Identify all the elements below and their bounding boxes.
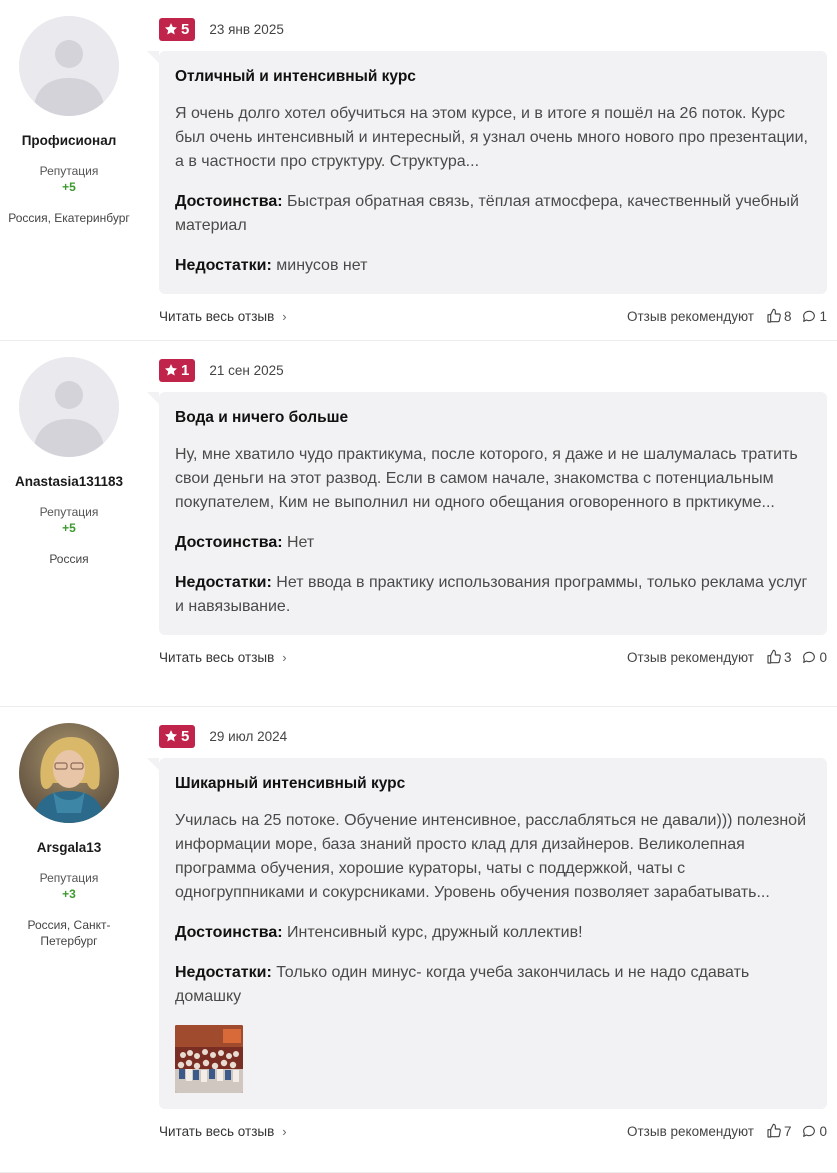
- review-date: 29 июл 2024: [209, 728, 288, 744]
- review-date: 21 сен 2025: [209, 362, 284, 378]
- review-body: 5 23 янв 2025 Отличный и интенсивный кур…: [138, 0, 837, 340]
- review-title[interactable]: Отличный и интенсивный курс: [175, 68, 811, 86]
- reputation-value: +3: [62, 887, 76, 901]
- reputation-value: +5: [62, 180, 76, 194]
- comment-button[interactable]: 0: [801, 1123, 827, 1139]
- review-card: Шикарный интенсивный курс Училась на 25 …: [147, 758, 827, 1109]
- read-more-link[interactable]: Читать весь отзыв ›: [159, 1124, 287, 1139]
- comment-icon: [803, 310, 816, 322]
- rating-badge: 5: [159, 724, 196, 748]
- star-icon: [164, 364, 178, 376]
- comment-button[interactable]: 0: [801, 649, 827, 665]
- read-more-label: Читать весь отзыв: [159, 308, 275, 324]
- pros-text: Нет: [287, 534, 315, 551]
- review-card: Отличный и интенсивный курс Я очень долг…: [147, 51, 827, 294]
- star-icon: [164, 23, 178, 35]
- recommend-label: Отзыв рекомендуют: [627, 649, 754, 665]
- read-more-link[interactable]: Читать весь отзыв ›: [159, 309, 287, 324]
- comment-count: 0: [819, 649, 827, 665]
- user-photo-icon: [19, 723, 119, 823]
- cons-label: Недостатки:: [175, 964, 272, 981]
- comment-icon: [803, 651, 816, 663]
- review-footer: Читать весь отзыв › Отзыв рекомендуют 3 …: [159, 645, 827, 669]
- chevron-right-icon: ›: [282, 308, 287, 324]
- review-author: Arsgala13 Репутация +3 Россия, Санкт-Пет…: [0, 707, 138, 1172]
- author-location: Россия, Екатеринбург: [8, 211, 130, 225]
- review-cons: Недостатки: Только один минус- когда уче…: [175, 961, 811, 1009]
- avatar[interactable]: [19, 723, 119, 823]
- avatar[interactable]: [19, 16, 119, 116]
- avatar[interactable]: [19, 357, 119, 457]
- like-count: 8: [783, 308, 792, 324]
- read-more-link[interactable]: Читать весь отзыв ›: [159, 650, 287, 665]
- rating-value: 1: [181, 361, 190, 379]
- review-pros: Достоинства: Нет: [175, 531, 811, 555]
- rating-badge: 5: [159, 17, 196, 41]
- cons-text: минусов нет: [276, 257, 368, 274]
- comment-button[interactable]: 1: [801, 308, 827, 324]
- review-footer: Читать весь отзыв › Отзыв рекомендуют 8 …: [159, 304, 827, 328]
- cons-label: Недостатки:: [175, 257, 272, 274]
- author-location: Россия: [49, 552, 89, 566]
- review-cons: Недостатки: Нет ввода в практику использ…: [175, 571, 811, 619]
- like-button[interactable]: 7: [766, 1123, 792, 1139]
- rating-badge: 1: [159, 358, 196, 382]
- group-photo-image: [175, 1025, 243, 1093]
- review-text: Я очень долго хотел обучиться на этом ку…: [175, 105, 808, 170]
- review-body: 1 21 сен 2025 Вода и ничего больше Ну, м…: [138, 341, 837, 706]
- reputation-label: Репутация: [39, 164, 99, 178]
- author-location: Россия, Санкт-Петербург: [27, 918, 111, 948]
- author-name[interactable]: Профисионал: [0, 133, 138, 148]
- comment-count: 1: [819, 308, 827, 324]
- user-placeholder-icon: [19, 16, 119, 116]
- review-item: Anastasia131183 Репутация +5 Россия 1 21…: [0, 341, 837, 707]
- review-item: Профисионал Репутация +5 Россия, Екатери…: [0, 0, 837, 341]
- star-icon: [164, 730, 178, 742]
- thumbs-up-icon: [767, 308, 781, 323]
- like-count: 7: [783, 1123, 792, 1139]
- review-author: Профисионал Репутация +5 Россия, Екатери…: [0, 0, 138, 340]
- like-button[interactable]: 3: [766, 649, 792, 665]
- read-more-label: Читать весь отзыв: [159, 649, 275, 665]
- reputation-label: Репутация: [39, 505, 99, 519]
- review-card: Вода и ничего больше Ну, мне хватило чуд…: [147, 392, 827, 635]
- thumbs-up-icon: [767, 1123, 781, 1138]
- cons-label: Недостатки:: [175, 574, 272, 591]
- pros-label: Достоинства:: [175, 534, 283, 551]
- review-text: Училась на 25 потоке. Обучение интенсивн…: [175, 812, 807, 901]
- recommend-label: Отзыв рекомендуют: [627, 308, 754, 324]
- review-title[interactable]: Шикарный интенсивный курс: [175, 775, 811, 793]
- review-pros: Достоинства: Быстрая обратная связь, тёп…: [175, 190, 811, 238]
- reputation-label: Репутация: [39, 871, 99, 885]
- review-pros: Достоинства: Интенсивный курс, дружный к…: [175, 921, 811, 945]
- review-footer: Читать весь отзыв › Отзыв рекомендуют 7 …: [159, 1119, 827, 1143]
- review-text: Ну, мне хватило чудо практикума, после к…: [175, 446, 798, 511]
- review-author: Anastasia131183 Репутация +5 Россия: [0, 341, 138, 706]
- like-count: 3: [783, 649, 792, 665]
- comment-icon: [803, 1125, 816, 1137]
- pros-label: Достоинства:: [175, 924, 283, 941]
- read-more-label: Читать весь отзыв: [159, 1123, 275, 1139]
- pros-text: Интенсивный курс, дружный коллектив!: [287, 924, 583, 941]
- reputation-value: +5: [62, 521, 76, 535]
- review-date: 23 янв 2025: [209, 21, 284, 37]
- review-item: Arsgala13 Репутация +3 Россия, Санкт-Пет…: [0, 707, 837, 1173]
- review-photo-thumbnail[interactable]: [175, 1025, 243, 1093]
- review-cons: Недостатки: минусов нет: [175, 254, 811, 278]
- chevron-right-icon: ›: [282, 1123, 287, 1139]
- like-button[interactable]: 8: [766, 308, 792, 324]
- author-name[interactable]: Arsgala13: [0, 840, 138, 855]
- review-title[interactable]: Вода и ничего больше: [175, 409, 811, 427]
- thumbs-up-icon: [767, 649, 781, 664]
- review-body: 5 29 июл 2024 Шикарный интенсивный курс …: [138, 707, 837, 1172]
- recommend-label: Отзыв рекомендуют: [627, 1123, 754, 1139]
- chevron-right-icon: ›: [282, 649, 287, 665]
- author-name[interactable]: Anastasia131183: [0, 474, 138, 489]
- rating-value: 5: [181, 727, 190, 745]
- rating-value: 5: [181, 20, 190, 38]
- user-placeholder-icon: [19, 357, 119, 457]
- comment-count: 0: [819, 1123, 827, 1139]
- pros-label: Достоинства:: [175, 193, 283, 210]
